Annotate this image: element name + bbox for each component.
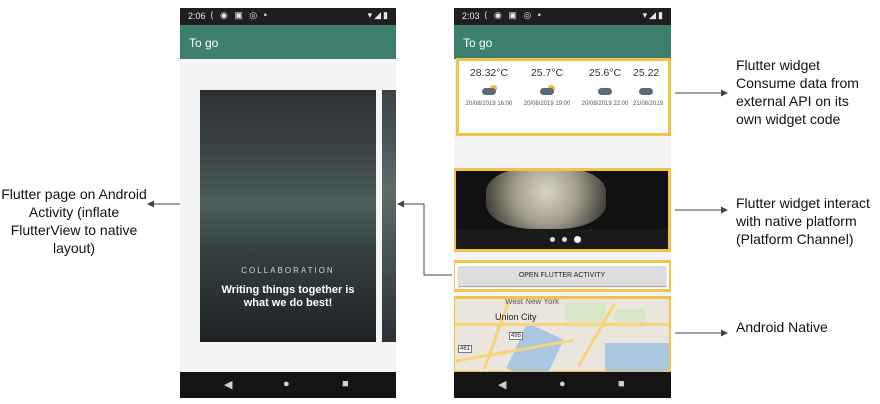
connector-arrows [147, 89, 728, 337]
arrow-button-to-left-phone [397, 200, 452, 276]
